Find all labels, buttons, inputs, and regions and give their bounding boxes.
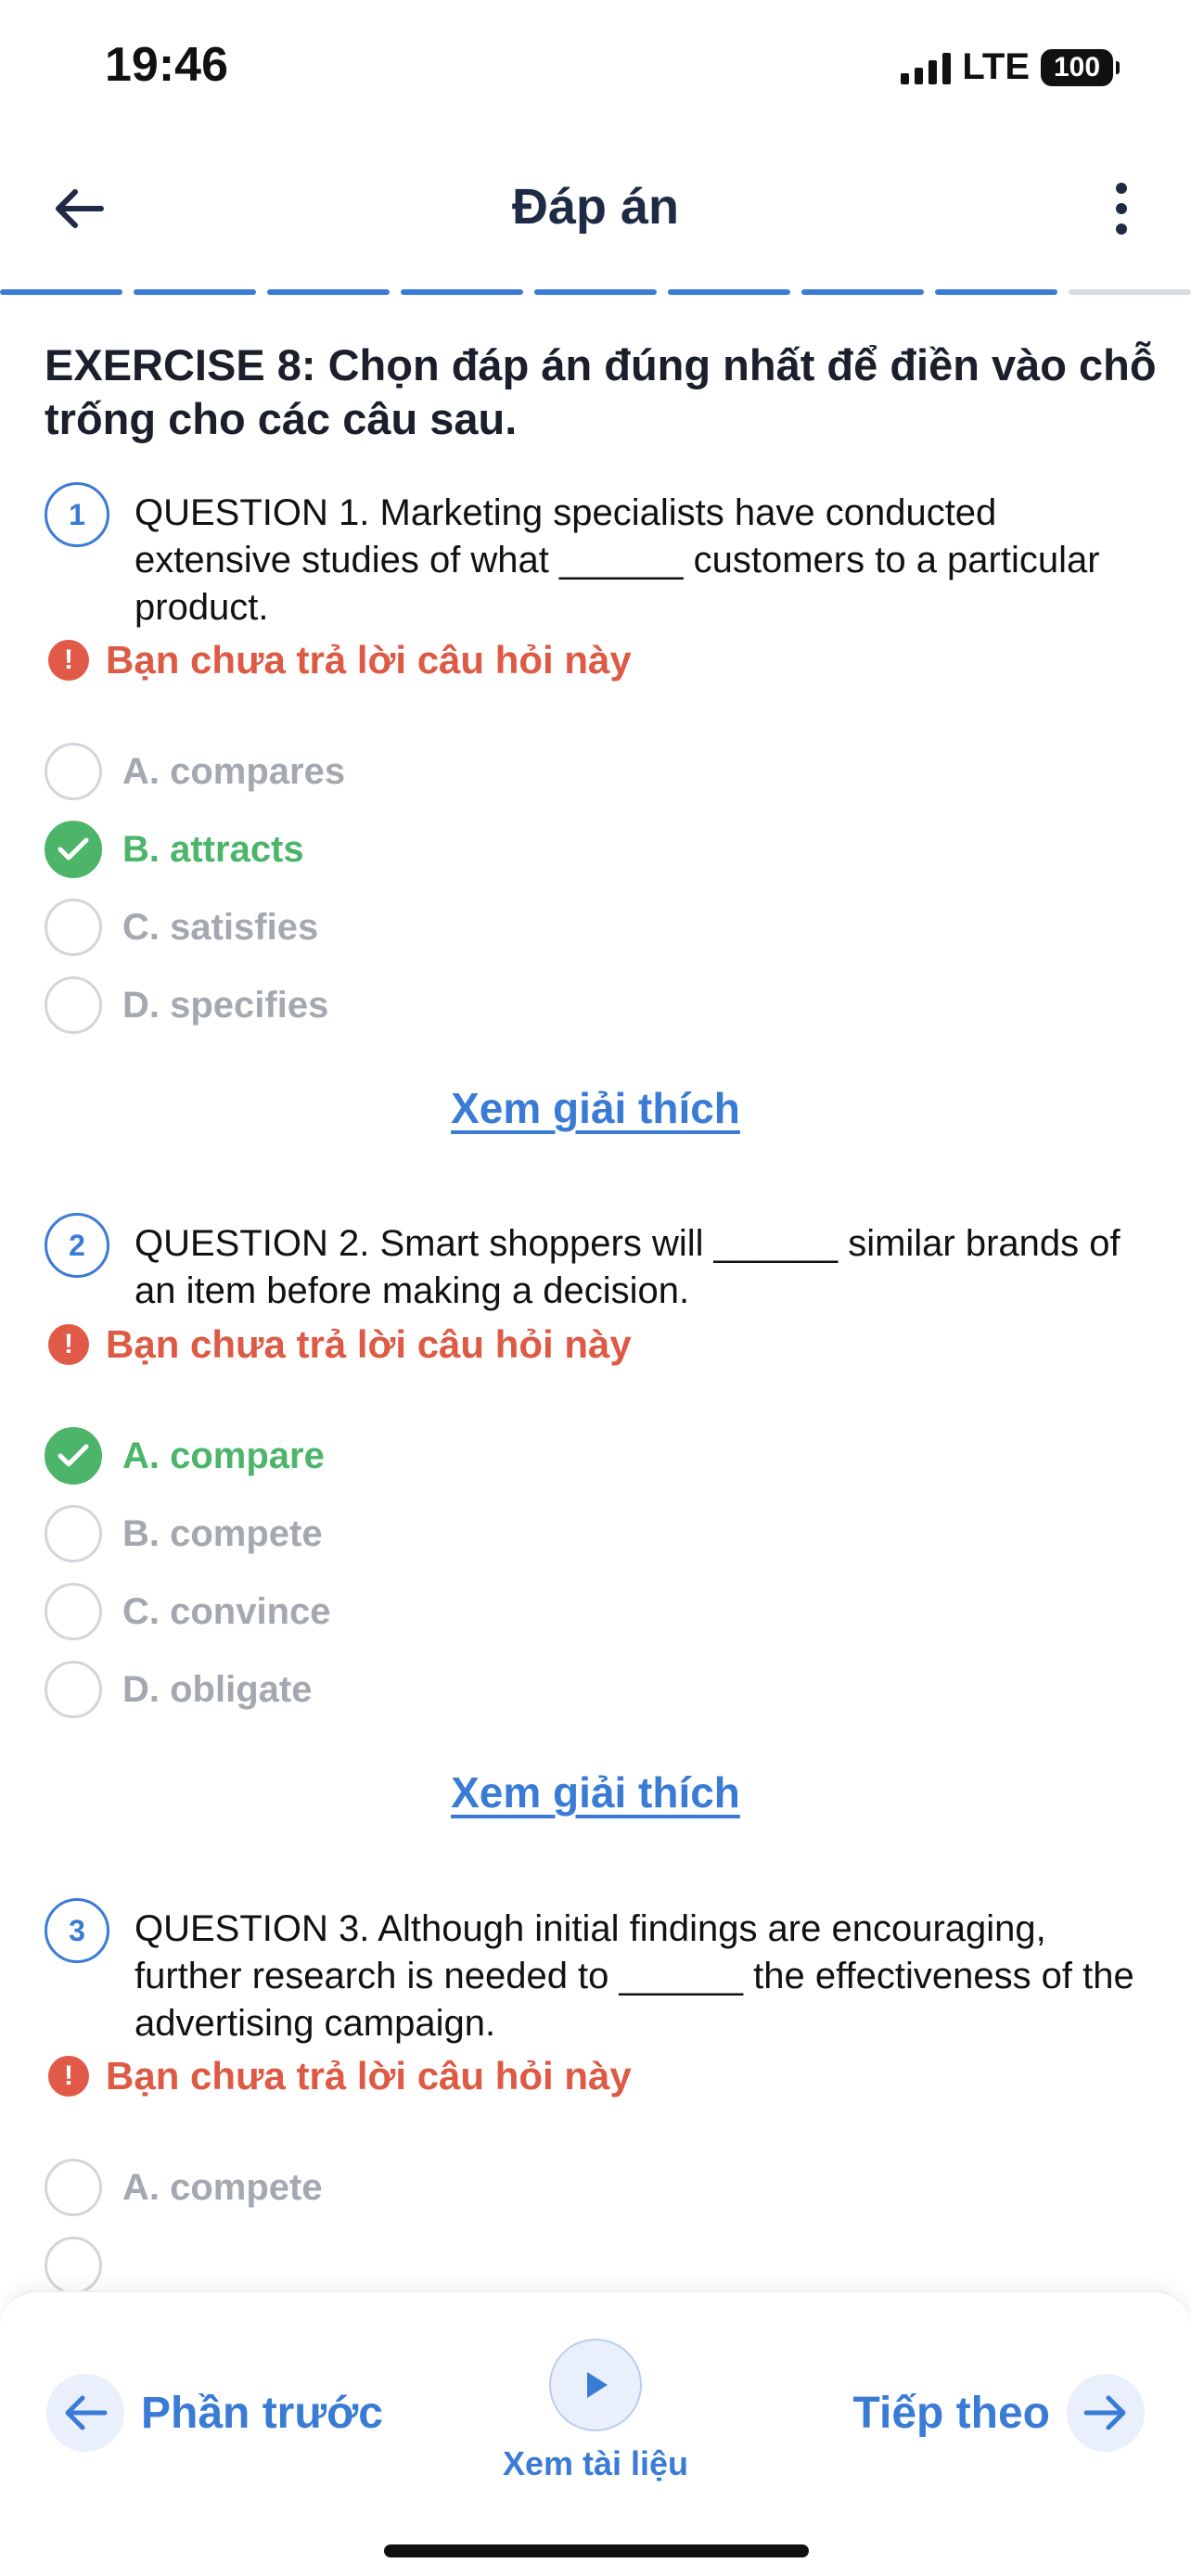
question-text: QUESTION 2. Smart shoppers will ______ s… bbox=[134, 1223, 1121, 1311]
page-title: Đáp án bbox=[511, 179, 680, 235]
answer-option[interactable]: D. specifies bbox=[45, 976, 328, 1035]
option-label: D. obligate bbox=[122, 1668, 313, 1710]
answer-option[interactable]: B. compete bbox=[45, 1504, 323, 1563]
progress-segment bbox=[668, 289, 790, 295]
play-icon bbox=[549, 2339, 642, 2431]
signal-icon bbox=[901, 51, 952, 84]
status-indicators: LTE 100 bbox=[901, 46, 1120, 88]
exclamation-icon: ! bbox=[48, 640, 89, 681]
question-text: QUESTION 1. Marketing specialists have c… bbox=[134, 492, 1100, 628]
next-button[interactable]: Tiếp theo bbox=[853, 2374, 1145, 2452]
status-time: 19:46 bbox=[105, 38, 228, 92]
answer-option[interactable]: C. satisfies bbox=[45, 898, 318, 957]
battery-level: 100 bbox=[1053, 51, 1101, 83]
exclamation-icon: ! bbox=[48, 1324, 89, 1365]
progress-segment bbox=[801, 289, 924, 295]
progress-segment bbox=[0, 289, 122, 295]
status-bar: 19:46 LTE 100 bbox=[0, 0, 1191, 134]
radio-empty bbox=[45, 2237, 102, 2290]
progress-segment bbox=[534, 289, 657, 295]
network-label: LTE bbox=[962, 46, 1030, 87]
warning-text: Bạn chưa trả lời câu hỏi này bbox=[106, 1322, 632, 1366]
progress-segment bbox=[1069, 289, 1191, 295]
radio-empty bbox=[45, 976, 102, 1034]
view-explanation-link[interactable]: Xem giải thích bbox=[0, 1767, 1191, 1817]
option-label: C. convince bbox=[122, 1590, 331, 1632]
warning-text: Bạn chưa trả lời câu hỏi này bbox=[106, 2054, 632, 2098]
option-label: B. attracts bbox=[122, 828, 304, 870]
question-text: QUESTION 3. Although initial findings ar… bbox=[134, 1908, 1134, 2044]
option-label: A. compete bbox=[122, 2166, 323, 2208]
check-icon bbox=[45, 821, 102, 878]
radio-empty bbox=[45, 1505, 102, 1562]
more-vertical-icon bbox=[1116, 183, 1127, 235]
answer-option[interactable] bbox=[45, 2236, 102, 2290]
answer-option-correct[interactable]: B. attracts bbox=[45, 820, 304, 879]
question-number: 1 bbox=[45, 482, 109, 547]
progress-segment bbox=[134, 289, 256, 295]
progress-segment bbox=[401, 289, 523, 295]
app-header: Đáp án bbox=[0, 139, 1191, 278]
option-label: A. compare bbox=[122, 1435, 325, 1476]
unanswered-warning: ! Bạn chưa trả lời câu hỏi này bbox=[48, 638, 632, 682]
radio-empty bbox=[45, 1661, 102, 1718]
progress-segment bbox=[267, 289, 390, 295]
option-label: D. specifies bbox=[122, 984, 329, 1026]
unanswered-warning: ! Bạn chưa trả lời câu hỏi này bbox=[48, 2054, 632, 2098]
home-indicator[interactable] bbox=[384, 2544, 809, 2557]
unanswered-warning: ! Bạn chưa trả lời câu hỏi này bbox=[48, 1322, 632, 1367]
answer-option[interactable]: A. compete bbox=[45, 2158, 323, 2217]
option-label: C. satisfies bbox=[122, 906, 319, 948]
answer-content: EXERCISE 8: Chọn đáp án đúng nhất để điề… bbox=[0, 297, 1191, 2290]
answer-option[interactable]: D. obligate bbox=[45, 1660, 312, 1719]
materials-label: Xem tài liệu bbox=[502, 2444, 689, 2482]
exercise-progress bbox=[0, 289, 1191, 297]
exercise-title: EXERCISE 8: Chọn đáp án đúng nhất để điề… bbox=[45, 340, 1157, 443]
question-number: 2 bbox=[45, 1213, 109, 1278]
check-icon bbox=[45, 1427, 102, 1485]
battery-icon: 100 bbox=[1041, 48, 1120, 86]
question-number: 3 bbox=[45, 1898, 109, 1963]
answer-option[interactable]: C. convince bbox=[45, 1582, 331, 1641]
answer-option-correct[interactable]: A. compare bbox=[45, 1426, 325, 1486]
arrow-right-icon bbox=[1067, 2374, 1145, 2452]
option-label: B. compete bbox=[122, 1512, 323, 1554]
bottom-navigation: Phần trước Xem tài liệu Tiếp theo bbox=[0, 2290, 1191, 2576]
warning-text: Bạn chưa trả lời câu hỏi này bbox=[106, 638, 632, 682]
radio-empty bbox=[45, 2159, 102, 2216]
answer-option[interactable]: A. compares bbox=[45, 742, 345, 801]
next-label: Tiếp theo bbox=[852, 2388, 1050, 2438]
radio-empty bbox=[45, 743, 102, 800]
radio-empty bbox=[45, 899, 102, 956]
more-button[interactable] bbox=[1089, 176, 1154, 241]
exclamation-icon: ! bbox=[48, 2056, 89, 2097]
option-label: A. compares bbox=[122, 750, 346, 792]
view-explanation-link[interactable]: Xem giải thích bbox=[0, 1083, 1191, 1133]
progress-segment bbox=[935, 289, 1057, 295]
radio-empty bbox=[45, 1583, 102, 1640]
